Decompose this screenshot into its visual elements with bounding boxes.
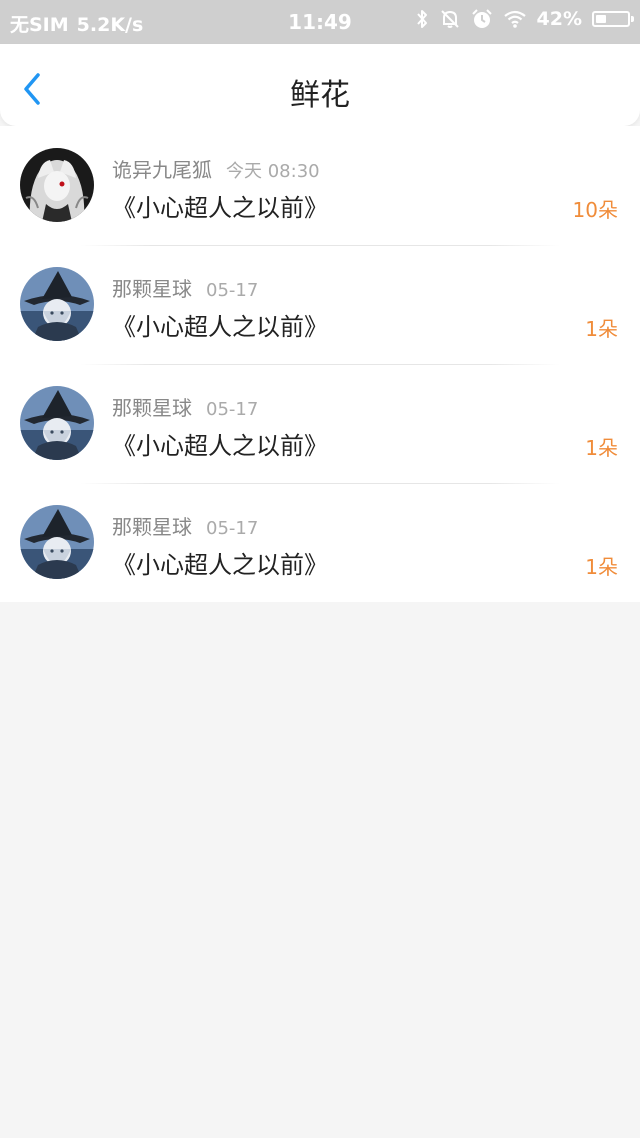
fox-girl-avatar: [20, 148, 94, 222]
list-item[interactable]: 那颗星球 05-17 《小心超人之以前》 1朵: [0, 364, 640, 483]
sender-name[interactable]: 诡异九尾狐: [112, 158, 212, 182]
list-item[interactable]: 诡异九尾狐 今天 08:30 《小心超人之以前》 10朵: [0, 126, 640, 245]
witch-avatar: [20, 386, 94, 460]
book-title[interactable]: 《小心超人之以前》: [112, 545, 328, 580]
send-time: 05-17: [206, 280, 259, 301]
avatar[interactable]: [20, 505, 94, 579]
item-meta: 诡异九尾狐 今天 08:30: [112, 154, 320, 183]
nav-bar: 鲜花: [0, 44, 640, 126]
battery-percent: 42%: [536, 8, 582, 30]
battery-icon: [592, 11, 634, 27]
list-item[interactable]: 那颗星球 05-17 《小心超人之以前》 1朵: [0, 245, 640, 364]
flower-count: 10朵: [572, 198, 618, 222]
flower-count: 1朵: [585, 317, 618, 341]
witch-avatar: [20, 505, 94, 579]
avatar[interactable]: [20, 386, 94, 460]
item-meta: 那颗星球 05-17: [112, 511, 258, 540]
battery-fill: [596, 15, 607, 23]
flower-count: 1朵: [585, 436, 618, 460]
avatar[interactable]: [20, 267, 94, 341]
item-meta: 那颗星球 05-17: [112, 273, 258, 302]
sender-name[interactable]: 那颗星球: [112, 515, 192, 539]
witch-avatar: [20, 267, 94, 341]
book-title[interactable]: 《小心超人之以前》: [112, 426, 328, 461]
status-right: 42%: [415, 8, 634, 30]
send-time: 今天 08:30: [226, 161, 320, 182]
page-title: 鲜花: [290, 78, 350, 113]
flower-list: 诡异九尾狐 今天 08:30 《小心超人之以前》 10朵 那颗星球 05-17 《小…: [0, 126, 640, 602]
alarm-icon: [471, 9, 492, 28]
sender-name[interactable]: 那颗星球: [112, 277, 192, 301]
sender-name[interactable]: 那颗星球: [112, 396, 192, 420]
item-meta: 那颗星球 05-17: [112, 392, 258, 421]
book-title[interactable]: 《小心超人之以前》: [112, 188, 328, 223]
send-time: 05-17: [206, 518, 259, 539]
list-item[interactable]: 那颗星球 05-17 《小心超人之以前》 1朵: [0, 483, 640, 602]
status-bar: 无SIM 5.2K/s 11:49 42%: [0, 0, 640, 44]
send-time: 05-17: [206, 399, 259, 420]
muted-bell-icon: [440, 10, 459, 28]
avatar[interactable]: [20, 148, 94, 222]
flower-count: 1朵: [585, 555, 618, 579]
book-title[interactable]: 《小心超人之以前》: [112, 307, 328, 342]
wifi-icon: [503, 10, 526, 28]
bluetooth-icon: [416, 10, 427, 28]
